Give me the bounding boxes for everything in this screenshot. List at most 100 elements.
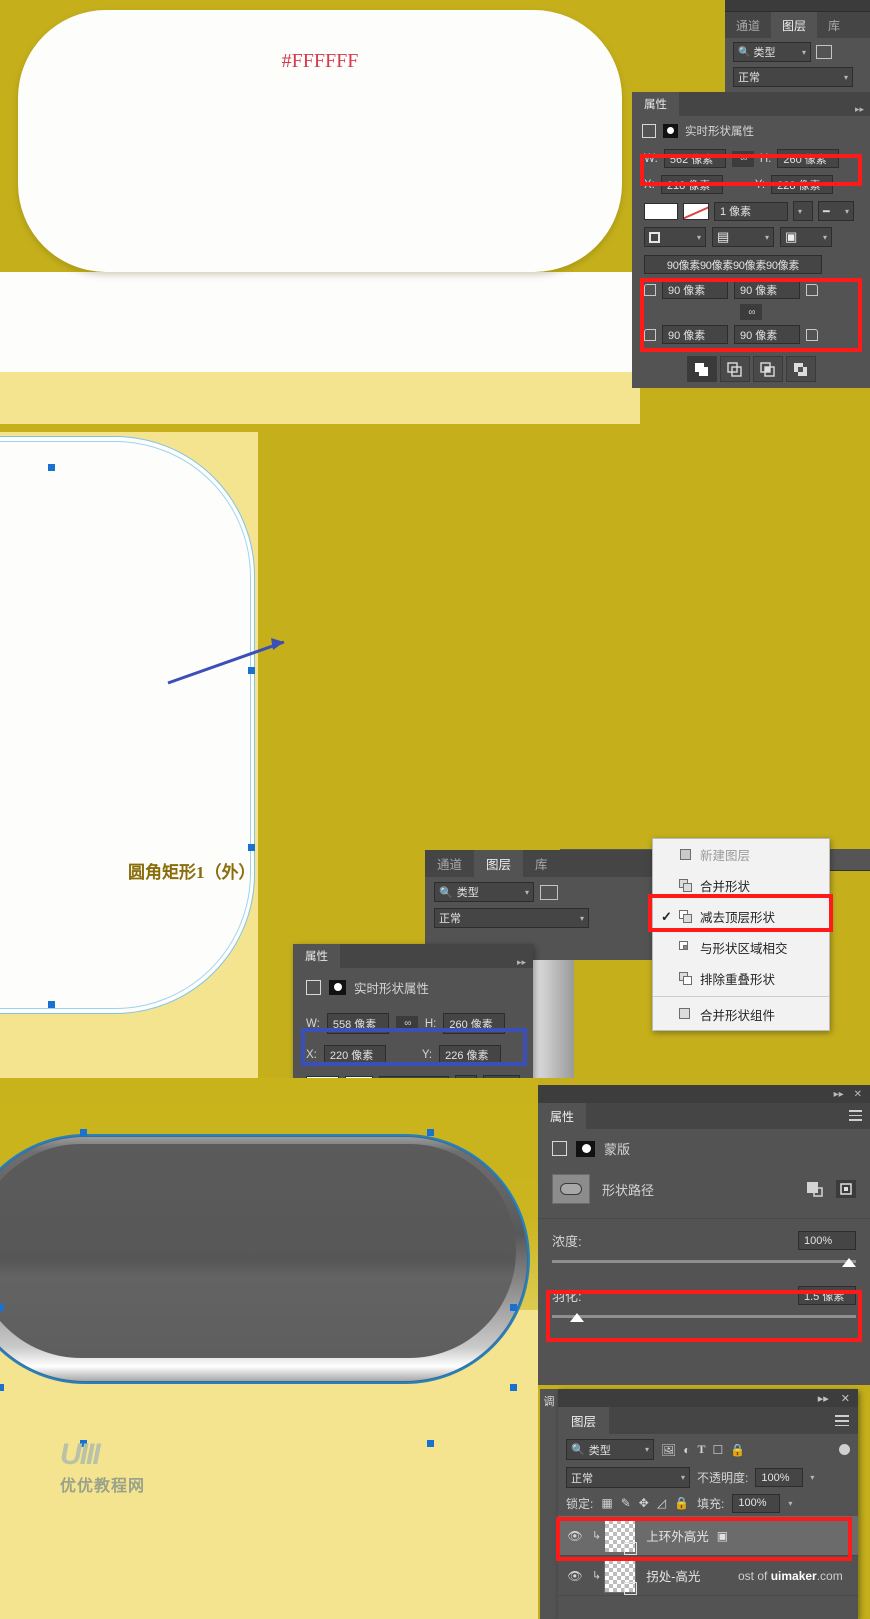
layer-name[interactable]: 上环外高光: [646, 1526, 709, 1545]
tab-channels[interactable]: 通道: [725, 12, 771, 38]
y-input[interactable]: 228 像素: [771, 175, 834, 194]
width-input[interactable]: 562 像素: [663, 149, 726, 168]
stroke-swatch[interactable]: [683, 202, 709, 220]
layer-effects-icon[interactable]: ▣: [717, 1529, 728, 1543]
lock-artboard-nesting-icon[interactable]: ◿: [657, 1496, 666, 1510]
stroke-corner-dropdown[interactable]: ▣ ▾: [780, 227, 832, 247]
filter-adjustment-layers-icon[interactable]: ◐: [683, 1443, 690, 1457]
density-slider-handle[interactable]: [842, 1258, 856, 1267]
height-input[interactable]: 260 像素: [443, 1013, 506, 1034]
table-row[interactable]: 👁 ↳ 上环外高光 ▣: [558, 1516, 858, 1556]
tab-library[interactable]: 库: [523, 850, 560, 877]
filter-type-layers-icon[interactable]: T: [697, 1442, 705, 1457]
close-icon[interactable]: ✕: [854, 1089, 862, 1100]
fill-input[interactable]: 100%: [732, 1493, 781, 1513]
density-input[interactable]: 100%: [798, 1231, 856, 1250]
menu-item-exclude-overlapping-shapes[interactable]: 排除重叠形状: [653, 963, 829, 994]
stroke-width-dropdown[interactable]: ▾: [793, 201, 813, 221]
y-input[interactable]: 226 像素: [439, 1045, 502, 1064]
menu-item-combine-shapes[interactable]: 合并形状: [653, 870, 829, 901]
filter-smart-objects-icon[interactable]: 🔒: [730, 1443, 745, 1457]
tab-layers[interactable]: 图层: [474, 850, 524, 877]
opacity-input[interactable]: 100%: [755, 1468, 804, 1487]
mask-thumbnail[interactable]: [552, 1174, 590, 1204]
stroke-width-input[interactable]: 1 像素: [714, 201, 788, 221]
filter-type-select[interactable]: 🔍 类型 ▾: [733, 42, 811, 62]
filter-pixel-layers-icon[interactable]: 🖼: [661, 1443, 676, 1457]
lock-image-pixels-icon[interactable]: ✎: [621, 1496, 631, 1510]
collapse-icon[interactable]: ▸▸: [818, 1392, 829, 1405]
feather-slider[interactable]: [552, 1313, 856, 1325]
blend-mode-select-3[interactable]: 正常 ▾: [566, 1467, 690, 1488]
lock-position-icon[interactable]: ✥: [639, 1496, 649, 1510]
collapse-icon[interactable]: ▸▸: [517, 957, 526, 968]
tab-layers[interactable]: 图层: [558, 1407, 610, 1434]
layer-name[interactable]: 拐处-高光: [646, 1566, 700, 1585]
filter-type-select[interactable]: 🔍 类型 ▾: [566, 1439, 654, 1460]
table-row[interactable]: 👁 ↳ 拐处-高光 ost of uimaker.com: [558, 1556, 858, 1596]
feather-input[interactable]: 1.5 像素: [798, 1286, 856, 1305]
chevron-down-icon[interactable]: ▾: [788, 1499, 792, 1508]
filter-toggle-switch[interactable]: [839, 1444, 850, 1455]
blend-mode-value: 正常: [571, 1472, 593, 1485]
layer-visibility-icon[interactable]: 👁: [558, 1569, 592, 1583]
menu-item-new-layer[interactable]: 新建图层: [653, 839, 829, 870]
menu-item-intersect-shape-areas[interactable]: 与形状区域相交: [653, 932, 829, 963]
tab-library[interactable]: 库: [817, 12, 851, 38]
stroke-align-dropdown[interactable]: ▾: [644, 227, 706, 247]
filter-shape-layers-icon[interactable]: ☐: [713, 1443, 724, 1457]
side-tab-label[interactable]: 调: [544, 1393, 555, 1409]
radius-br-input[interactable]: 90 像素: [734, 325, 800, 344]
radius-tl-input[interactable]: 90 像素: [662, 280, 728, 299]
combine-shapes-button[interactable]: [686, 356, 717, 382]
tab-properties[interactable]: 属性: [293, 944, 340, 968]
close-icon[interactable]: ✕: [841, 1392, 850, 1405]
link-dimensions-icon[interactable]: ∞: [395, 1015, 418, 1032]
panel-menu-icon[interactable]: [849, 1110, 862, 1124]
collapse-icon[interactable]: ▸▸: [855, 104, 864, 115]
x-input[interactable]: 220 像素: [323, 1045, 386, 1064]
intersect-shapes-button[interactable]: [752, 356, 783, 382]
live-shape-icon: [306, 980, 321, 995]
lock-all-icon[interactable]: 🔒: [674, 1496, 689, 1510]
link-radius-icon[interactable]: ∞: [740, 304, 762, 320]
path-anchor-handle: [80, 1129, 87, 1136]
menu-item-merge-shape-components[interactable]: 合并形状组件: [653, 999, 829, 1030]
link-dimensions-icon[interactable]: ∞: [731, 150, 754, 167]
tab-properties[interactable]: 属性: [632, 92, 679, 116]
chevron-down-icon[interactable]: ▾: [810, 1473, 814, 1482]
collapse-icon[interactable]: ▸▸: [834, 1089, 844, 1100]
blend-mode-select-1[interactable]: 正常 ▾: [733, 67, 853, 87]
lock-transparent-pixels-icon[interactable]: ▦: [601, 1496, 612, 1510]
height-input[interactable]: 260 像素: [777, 149, 840, 168]
panel-menu-icon[interactable]: [835, 1415, 849, 1429]
tutorial-step-1-image: #FFFFFF 通道 图层 库 🔍 类型 ▾ 正常 ▾ 属性 ▸▸ 实时形状属性…: [0, 0, 870, 424]
radius-bl-input[interactable]: 90 像素: [662, 325, 728, 344]
radius-tr-input[interactable]: 90 像素: [734, 280, 800, 299]
tab-layers[interactable]: 图层: [771, 12, 818, 38]
feather-slider-handle[interactable]: [570, 1313, 584, 1322]
blend-mode-select-2[interactable]: 正常 ▾: [434, 908, 589, 928]
radius-summary[interactable]: 90像素90像素90像素90像素: [644, 255, 822, 274]
mask-select-icon[interactable]: [836, 1180, 856, 1198]
width-input[interactable]: 558 像素: [326, 1013, 389, 1034]
density-slider[interactable]: [552, 1258, 856, 1270]
fill-swatch[interactable]: [644, 202, 678, 220]
layer-thumbnail[interactable]: [604, 1518, 638, 1555]
filter-image-icon[interactable]: [540, 884, 558, 900]
panel-top-strip: [725, 0, 870, 12]
filter-image-icon[interactable]: [816, 45, 832, 59]
filter-type-select[interactable]: 🔍 类型 ▾: [434, 882, 534, 902]
layer-thumbnail[interactable]: [604, 1558, 638, 1595]
mask-edit-icon[interactable]: [806, 1181, 824, 1197]
exclude-overlap-button[interactable]: [785, 356, 816, 382]
tab-properties[interactable]: 属性: [538, 1103, 587, 1129]
subtract-front-shape-button[interactable]: [719, 356, 750, 382]
position-row-2: X: 220 像素 Y: 226 像素: [293, 1040, 533, 1069]
stroke-style-dropdown[interactable]: ━▾: [818, 201, 854, 221]
menu-item-subtract-front-shape[interactable]: ✓ 减去顶层形状: [653, 901, 829, 932]
tab-channels[interactable]: 通道: [425, 850, 474, 877]
stroke-cap-dropdown[interactable]: ▤ ▾: [712, 227, 774, 247]
x-input[interactable]: 218 像素: [660, 175, 723, 194]
layer-visibility-icon[interactable]: 👁: [558, 1529, 592, 1543]
